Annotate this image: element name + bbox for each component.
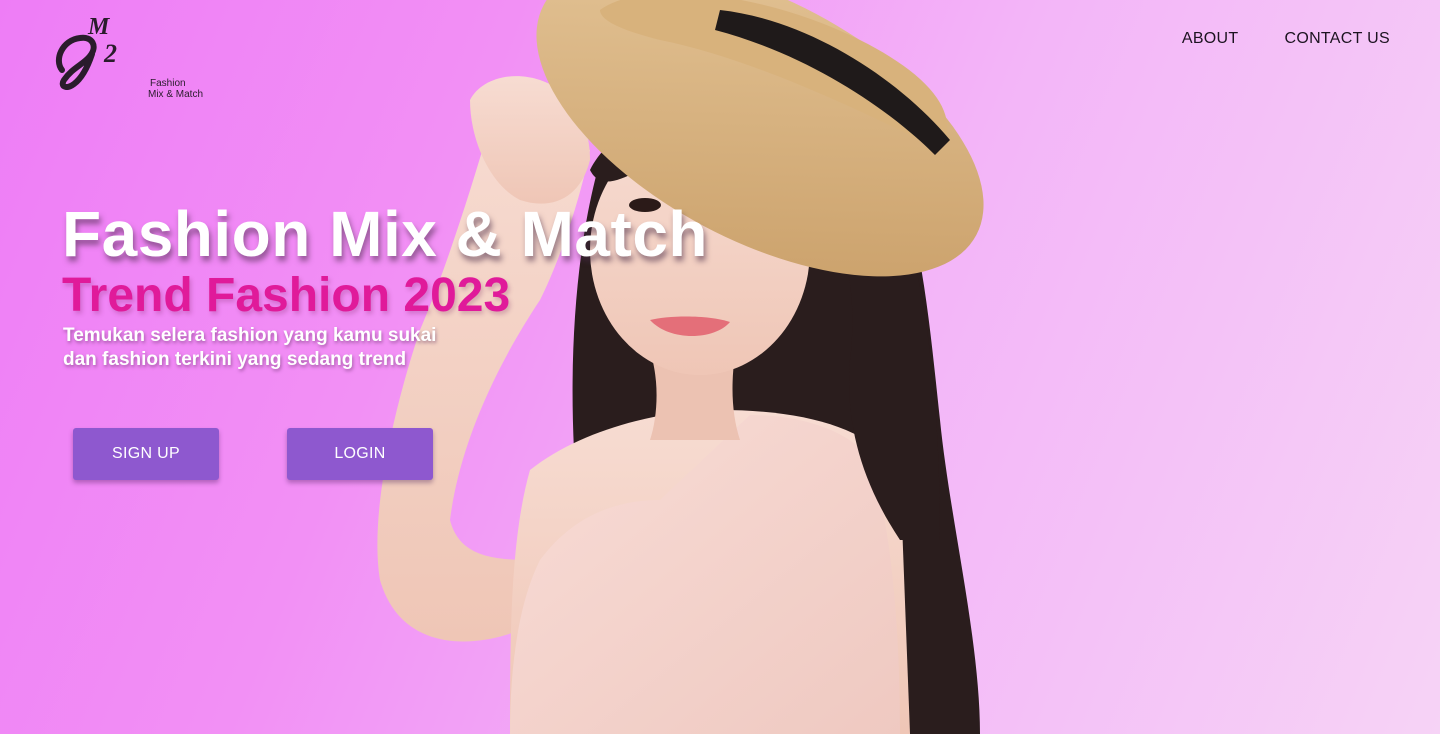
svg-text:2: 2 xyxy=(103,39,117,68)
hero-tagline-line2: dan fashion terkini yang sedang trend xyxy=(63,349,407,370)
brand-logo[interactable]: M 2 Fashion Mix & Match xyxy=(52,10,203,100)
logo-caption-line1: Fashion xyxy=(150,78,186,89)
logo-caption: Fashion Mix & Match xyxy=(148,78,203,100)
hero-model-photo xyxy=(377,0,984,734)
hero-tagline-line1: Temukan selera fashion yang kamu sukai xyxy=(63,325,437,346)
svg-text:M: M xyxy=(87,14,111,40)
hero-tagline: Temukan selera fashion yang kamu sukai d… xyxy=(63,324,436,372)
hero-title: Fashion Mix & Match xyxy=(62,198,708,270)
login-button[interactable]: LOGIN xyxy=(287,428,433,480)
logo-monogram-icon: M 2 xyxy=(55,14,117,90)
nav-link-about[interactable]: ABOUT xyxy=(1182,30,1239,48)
logo-caption-line2: Mix & Match xyxy=(148,89,204,100)
signup-button[interactable]: SIGN UP xyxy=(73,428,219,480)
hero-subtitle: Trend Fashion 2023 xyxy=(62,269,511,322)
top-navigation: ABOUT CONTACT US xyxy=(1182,30,1390,48)
nav-link-contact-us[interactable]: CONTACT US xyxy=(1284,30,1390,48)
